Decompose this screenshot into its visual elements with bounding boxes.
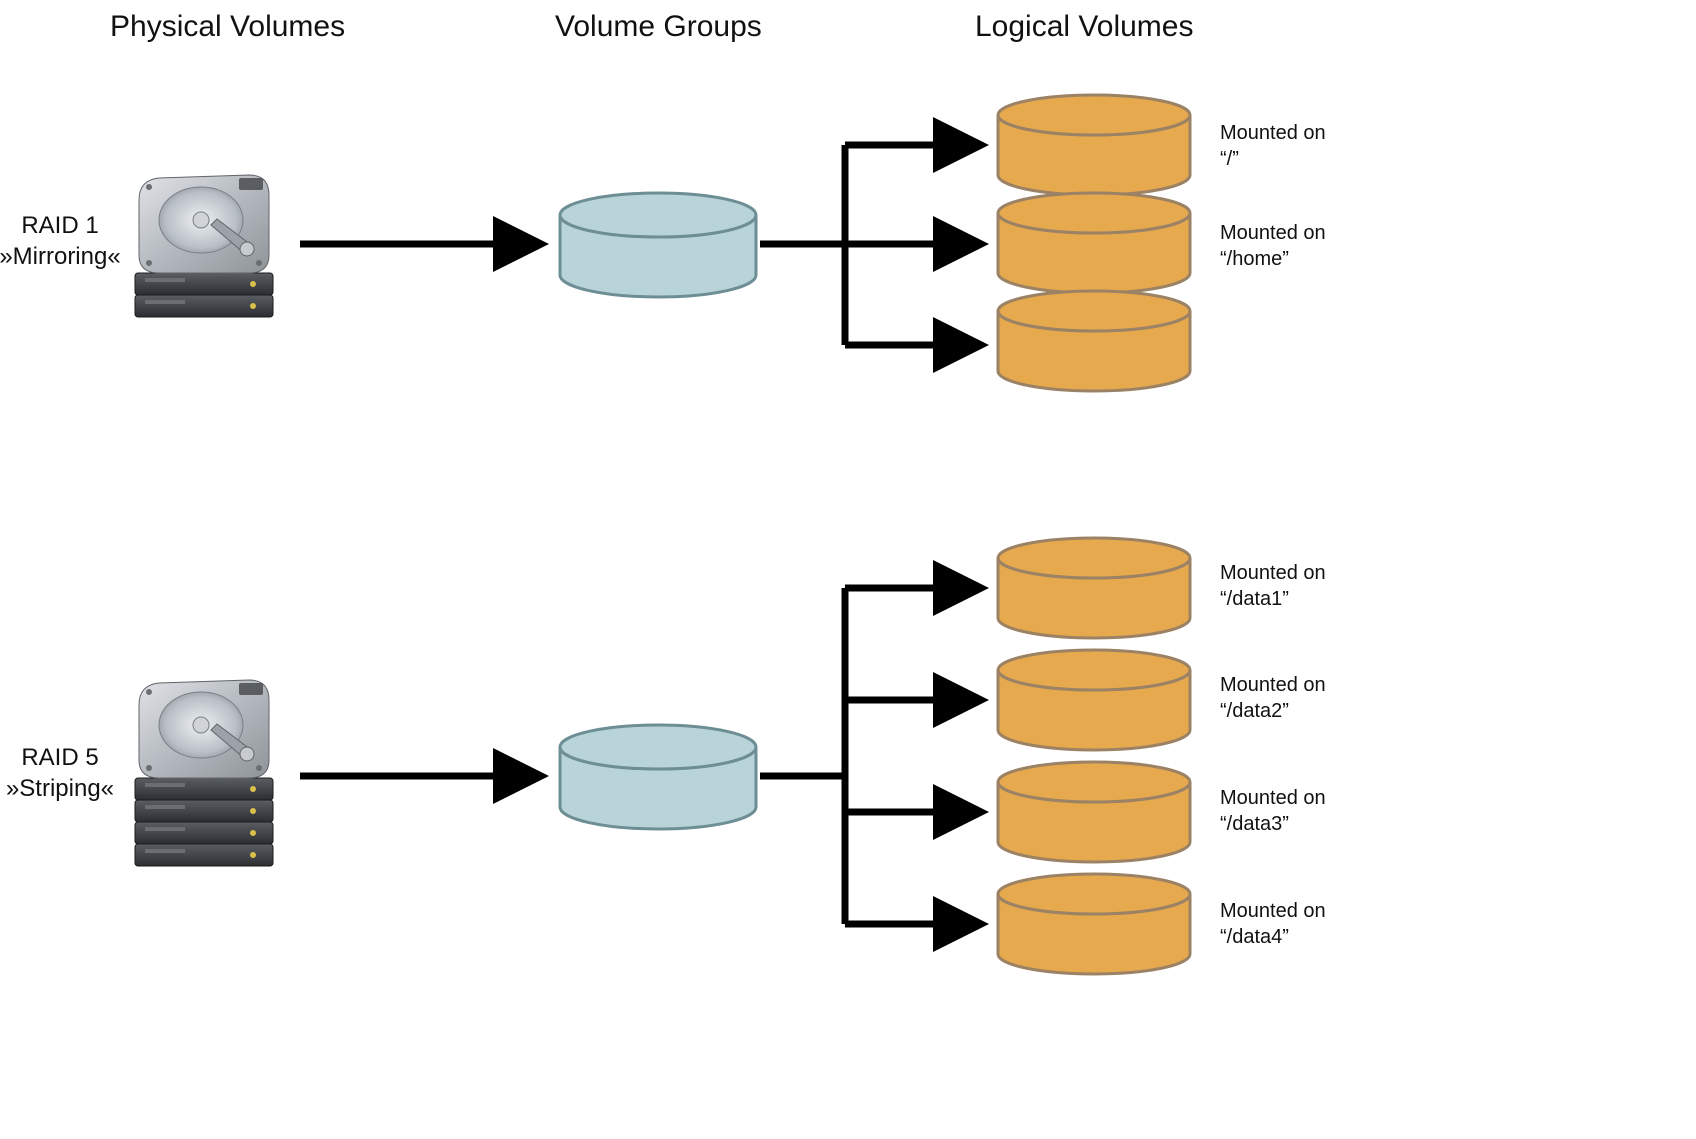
vg-datavg-cylinder: [560, 725, 756, 829]
lv-data4-cylinder: [998, 874, 1190, 974]
lv-system-cylinder: [998, 95, 1190, 195]
arrow-rootvg-branch: [760, 145, 975, 345]
lv-data2-cylinder: [998, 650, 1190, 750]
lv-data3-cylinder: [998, 762, 1190, 862]
arrow-datavg-branch: [760, 588, 975, 924]
disk-raid1-icon: [135, 175, 273, 317]
lv-home-cylinder: [998, 193, 1190, 293]
lv-swap-cylinder: [998, 291, 1190, 391]
vg-rootvg-cylinder: [560, 193, 756, 297]
diagram-svg: [0, 0, 1696, 1139]
lv-data1-cylinder: [998, 538, 1190, 638]
disk-raid5-icon: [135, 680, 273, 866]
